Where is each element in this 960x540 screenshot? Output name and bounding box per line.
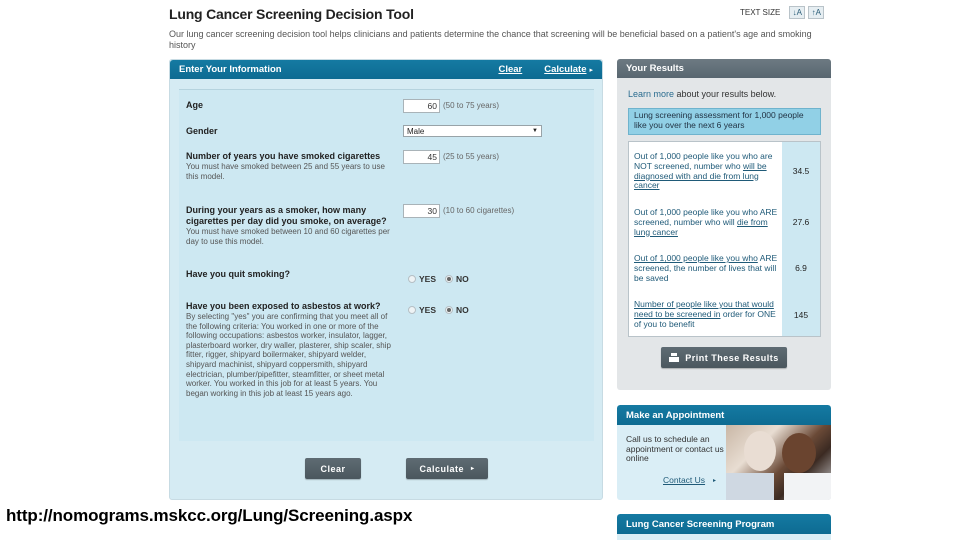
calculate-button[interactable]: Calculate ▸ [406, 458, 488, 479]
form-body: Age (50 to 75 years) Gender Male ▼ Numbe… [179, 89, 594, 441]
result-value: 27.6 [792, 217, 810, 227]
asbestos-label: Have you been exposed to asbestos at wor… [186, 301, 381, 311]
arrow-right-icon: ▸ [471, 466, 475, 472]
printer-icon [669, 353, 680, 362]
appointment-text: Call us to schedule an appointment or co… [626, 434, 724, 463]
screening-program-title: Lung Cancer Screening Program [626, 518, 775, 530]
patient-figure [726, 473, 774, 500]
appointment-header: Make an Appointment [617, 405, 831, 425]
asbestos-yes-radio[interactable] [408, 306, 416, 314]
text-size-controls: TEXT SIZE ↓A ↑A [740, 6, 825, 19]
results-title: Your Results [626, 63, 684, 74]
age-input[interactable] [403, 99, 440, 113]
clear-link[interactable]: Clear [498, 64, 522, 75]
enter-information-header: Enter Your Information Clear Calculate ▸ [170, 60, 602, 79]
results-panel: Your Results Learn more about your resul… [617, 59, 831, 390]
cigarettes-per-day-help: You must have smoked between 10 and 60 c… [186, 227, 390, 246]
assessment-caption: Lung screening assessment for 1,000 peop… [628, 108, 821, 135]
results-table: Out of 1,000 people like you who are NOT… [628, 141, 821, 337]
results-header: Your Results [617, 59, 831, 78]
quit-smoking-radio-group: YES NO [408, 274, 475, 284]
arrow-right-icon: ▸ [589, 66, 593, 74]
years-smoked-help: You must have smoked between 25 and 55 y… [186, 162, 385, 181]
asbestos-no-label[interactable]: NO [456, 305, 469, 315]
years-smoked-label: Number of years you have smoked cigarett… [186, 151, 381, 161]
patient-head [744, 431, 776, 471]
cigarettes-per-day-label: During your years as a smoker, how many … [186, 205, 387, 226]
asbestos-radio-group: YES NO [408, 305, 475, 315]
result-value: 6.9 [795, 263, 807, 273]
chevron-down-icon: ▼ [532, 128, 538, 134]
result-row: Out of 1,000 people like you who ARE scr… [634, 253, 784, 283]
doctor-patient-photo [726, 425, 831, 500]
years-smoked-question: Number of years you have smoked cigarett… [186, 151, 398, 181]
gender-question: Gender [186, 126, 398, 137]
quit-smoking-yes-radio[interactable] [408, 275, 416, 283]
gender-label: Gender [186, 126, 218, 136]
cigarettes-per-day-range: (10 to 60 cigarettes) [443, 206, 515, 215]
screening-program-panel: Lung Cancer Screening Program [617, 514, 831, 540]
arrow-right-icon: ▸ [713, 478, 717, 484]
enter-information-panel: Enter Your Information Clear Calculate ▸… [169, 59, 603, 500]
gender-selected-value: Male [407, 126, 425, 136]
appointment-title: Make an Appointment [626, 409, 725, 421]
learn-more-text: Learn more about your results below. [628, 89, 776, 99]
learn-more-link[interactable]: Learn more [628, 89, 674, 99]
years-smoked-range: (25 to 55 years) [443, 152, 500, 161]
result-value: 34.5 [792, 166, 810, 176]
result-row: Out of 1,000 people like you who ARE scr… [634, 207, 784, 237]
decrease-text-size-button[interactable]: ↓A [789, 6, 806, 19]
quit-smoking-question: Have you quit smoking? [186, 269, 398, 280]
screening-program-header[interactable]: Lung Cancer Screening Program [617, 514, 831, 534]
calculate-link[interactable]: Calculate [544, 64, 586, 75]
result-value: 145 [793, 310, 809, 320]
appointment-panel: Make an Appointment Call us to schedule … [617, 405, 831, 500]
print-results-label: Print These Results [685, 352, 779, 363]
quit-smoking-no-label[interactable]: NO [456, 274, 469, 284]
contact-us-link[interactable]: Contact Us [663, 475, 705, 485]
print-results-button[interactable]: Print These Results [661, 347, 787, 368]
age-label: Age [186, 100, 204, 110]
doctor-head [782, 433, 816, 473]
text-size-label: TEXT SIZE [740, 8, 781, 17]
age-question: Age [186, 100, 398, 111]
cigarettes-per-day-question: During your years as a smoker, how many … [186, 205, 398, 246]
clear-button[interactable]: Clear [305, 458, 361, 479]
quit-smoking-label: Have you quit smoking? [186, 269, 291, 279]
result-row: Out of 1,000 people like you who are NOT… [634, 151, 784, 191]
result-link[interactable]: Out of 1,000 people like you who [634, 253, 758, 263]
increase-text-size-button[interactable]: ↑A [808, 6, 825, 19]
calculate-button-label: Calculate [419, 463, 464, 474]
gender-select[interactable]: Male ▼ [403, 125, 542, 137]
clear-button-label: Clear [320, 463, 346, 474]
asbestos-yes-label[interactable]: YES [419, 305, 436, 315]
cigarettes-per-day-input[interactable] [403, 204, 440, 218]
asbestos-question: Have you been exposed to asbestos at wor… [186, 301, 398, 398]
panel-title: Enter Your Information [179, 64, 282, 75]
source-url-caption: http://nomograms.mskcc.org/Lung/Screenin… [6, 506, 413, 525]
quit-smoking-yes-label[interactable]: YES [419, 274, 436, 284]
asbestos-help: By selecting "yes" you are confirming th… [186, 312, 391, 398]
doctor-figure [784, 473, 831, 500]
age-range: (50 to 75 years) [443, 101, 500, 110]
asbestos-no-radio[interactable] [445, 306, 454, 314]
learn-more-rest: about your results below. [674, 89, 777, 99]
result-row: Number of people like you that would nee… [634, 299, 784, 329]
years-smoked-input[interactable] [403, 150, 440, 164]
page-title: Lung Cancer Screening Decision Tool [169, 6, 414, 22]
quit-smoking-no-radio[interactable] [445, 275, 454, 283]
intro-text: Our lung cancer screening decision tool … [169, 29, 812, 50]
